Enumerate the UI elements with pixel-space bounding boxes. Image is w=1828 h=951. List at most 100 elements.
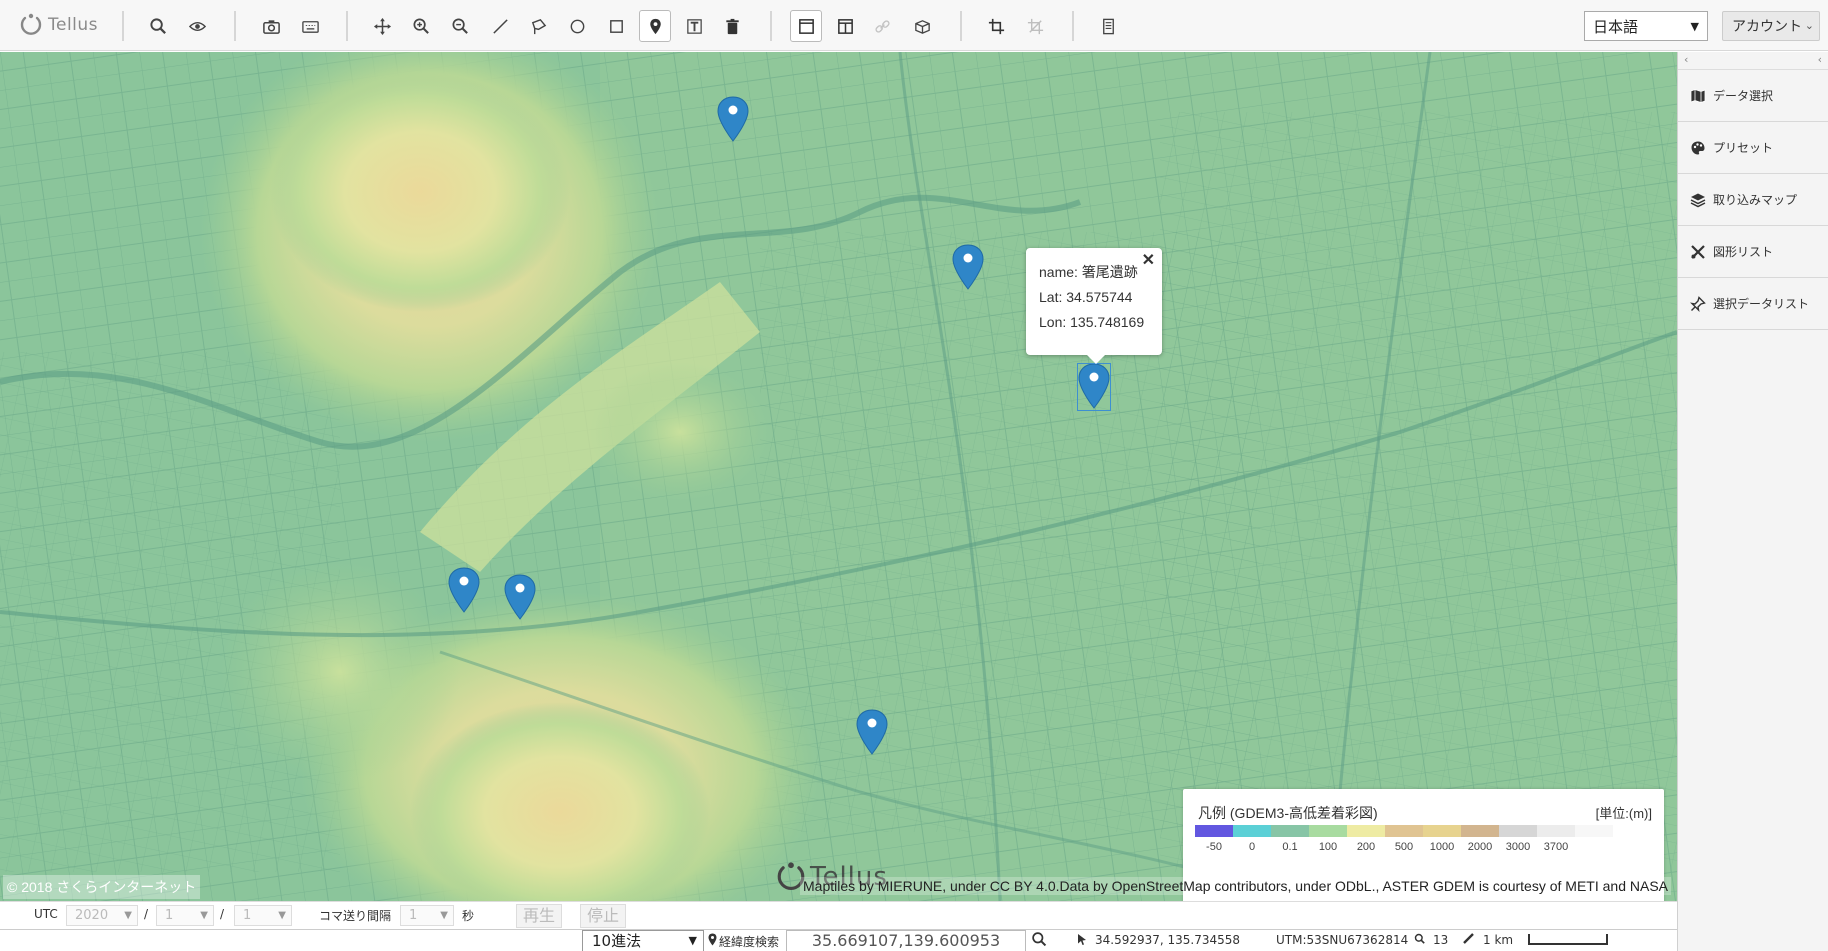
map-marker[interactable] [854, 708, 890, 758]
legend-swatch [1233, 825, 1271, 837]
legend-tick-label: -50 [1206, 841, 1222, 853]
split-view-button[interactable] [829, 10, 861, 42]
chevron-down-icon: ▼ [440, 910, 448, 921]
coordinate-search-button[interactable] [1031, 931, 1048, 951]
panel-item-imported-maps[interactable]: 取り込みマップ [1678, 174, 1828, 226]
chevron-down-icon: ▼ [278, 910, 286, 921]
scale-label: 1 km [1483, 933, 1514, 947]
chevron-left-icon[interactable]: ‹ [1684, 53, 1688, 66]
map-marker[interactable] [715, 95, 751, 145]
marker-pin-icon [504, 574, 536, 620]
play-button[interactable]: 再生 [516, 904, 562, 928]
split-view-icon [837, 18, 853, 34]
draw-line-button[interactable] [484, 10, 516, 42]
notes-button[interactable] [1092, 10, 1124, 42]
legend-unit: [単位:(m)] [1595, 806, 1652, 821]
frame-interval-value: 1 [409, 908, 418, 923]
view-tool-button[interactable] [181, 10, 213, 42]
panel-item-data-select[interactable]: データ選択 [1678, 70, 1828, 122]
keyboard-button[interactable] [294, 10, 326, 42]
account-label: アカウント [1732, 19, 1802, 35]
single-view-button[interactable] [790, 10, 822, 42]
zoom-level-icon [1414, 933, 1426, 948]
map-marker[interactable] [502, 573, 538, 623]
day-select[interactable]: 1 ▼ [234, 905, 292, 926]
popup-lat-row: Lat: 34.575744 [1039, 289, 1162, 314]
panel-collapse-bar[interactable]: ‹ ‹ [1678, 52, 1828, 70]
legend-title: 凡例 (GDEM3-高低差着彩図) [1198, 805, 1378, 821]
zoom-level: 13 [1433, 933, 1449, 947]
chevron-down-icon: ▼ [1690, 20, 1699, 33]
legend-tick-label: 2000 [1467, 841, 1493, 853]
popup-name-value: 箸尾遺跡 [1081, 264, 1138, 280]
panel-item-label: 取り込みマップ [1713, 193, 1798, 207]
popup-close-icon[interactable]: ✕ [1142, 250, 1155, 270]
layers-icon [1690, 193, 1706, 207]
marker-pin-icon [952, 244, 984, 290]
month-value: 1 [165, 908, 174, 923]
selected-map-marker[interactable] [1076, 362, 1112, 412]
marker-pin-icon [1078, 363, 1110, 409]
draw-polygon-button[interactable] [522, 10, 554, 42]
frame-interval-label: コマ送り間隔 [319, 909, 392, 923]
chevron-left-icon[interactable]: ‹ [1818, 53, 1822, 66]
draw-circle-button[interactable] [561, 10, 593, 42]
popup-lat-label: Lat: [1039, 289, 1063, 305]
map-marker[interactable] [446, 566, 482, 616]
search-icon [1032, 932, 1047, 947]
month-select[interactable]: 1 ▼ [156, 905, 214, 926]
tellus-logo[interactable]: Tellus [18, 11, 98, 39]
legend-tick-label: 200 [1356, 841, 1376, 853]
coordinate-format-select[interactable]: 10進法 ▼ [582, 930, 704, 951]
cursor-coordinates: 34.592937, 135.734558 [1095, 933, 1241, 947]
legend-tick-label: 3700 [1543, 841, 1569, 853]
chevron-down-icon: ▼ [124, 910, 132, 921]
terrain-basemap [0, 52, 1677, 901]
account-menu-button[interactable]: アカウント ⌄ [1722, 11, 1820, 41]
frame-interval-select[interactable]: 1 ▼ [400, 905, 454, 926]
legend-swatch [1575, 825, 1613, 837]
zoom-out-button[interactable] [444, 10, 476, 42]
marker-info-popup: ✕ name: 箸尾遺跡 Lat: 34.575744 Lon: 135.748… [1026, 248, 1162, 364]
3d-view-button[interactable] [906, 10, 938, 42]
3d-icon [914, 19, 930, 34]
zoom-in-button[interactable] [405, 10, 437, 42]
add-text-button[interactable] [678, 10, 710, 42]
view-icon [188, 21, 206, 31]
pan-tool-button[interactable] [366, 10, 398, 42]
circle-icon [570, 19, 584, 33]
coordinate-search-input[interactable]: 35.669107,139.600953 [786, 930, 1026, 951]
delete-shape-button[interactable] [716, 10, 748, 42]
clear-crop-button[interactable] [1019, 10, 1051, 42]
panel-item-label: プリセット [1713, 141, 1774, 155]
map-icon [1690, 88, 1706, 103]
panel-item-preset[interactable]: プリセット [1678, 122, 1828, 174]
chevron-down-icon: ⌄ [1804, 19, 1814, 32]
zoom-in-icon [413, 18, 429, 34]
toolbar-divider [770, 11, 772, 41]
seconds-unit: 秒 [462, 909, 475, 923]
search-tool-button[interactable] [142, 10, 174, 42]
search-icon [149, 17, 166, 34]
toolbar-divider [1072, 11, 1074, 41]
screenshot-button[interactable] [255, 10, 287, 42]
legend-swatch [1461, 825, 1499, 837]
keyboard-icon [301, 20, 319, 33]
map-canvas[interactable]: ✕ name: 箸尾遺跡 Lat: 34.575744 Lon: 135.748… [0, 52, 1677, 901]
crop-icon [988, 18, 1004, 34]
panel-item-selected-data-list[interactable]: 選択データリスト [1678, 278, 1828, 330]
crop-button[interactable] [980, 10, 1012, 42]
draw-rectangle-button[interactable] [600, 10, 632, 42]
trash-icon [725, 18, 739, 34]
language-select[interactable]: 日本語 ▼ [1584, 11, 1708, 41]
panel-item-label: 図形リスト [1713, 245, 1774, 259]
stop-button[interactable]: 停止 [580, 904, 626, 928]
year-select[interactable]: 2020 ▼ [66, 905, 138, 926]
legend-swatch [1195, 825, 1233, 837]
panel-item-label: データ選択 [1713, 89, 1774, 103]
legend-swatch [1537, 825, 1575, 837]
place-marker-button[interactable] [639, 10, 671, 42]
panel-item-shape-list[interactable]: 図形リスト [1678, 226, 1828, 278]
sync-view-button[interactable] [866, 10, 898, 42]
map-marker[interactable] [950, 243, 986, 293]
